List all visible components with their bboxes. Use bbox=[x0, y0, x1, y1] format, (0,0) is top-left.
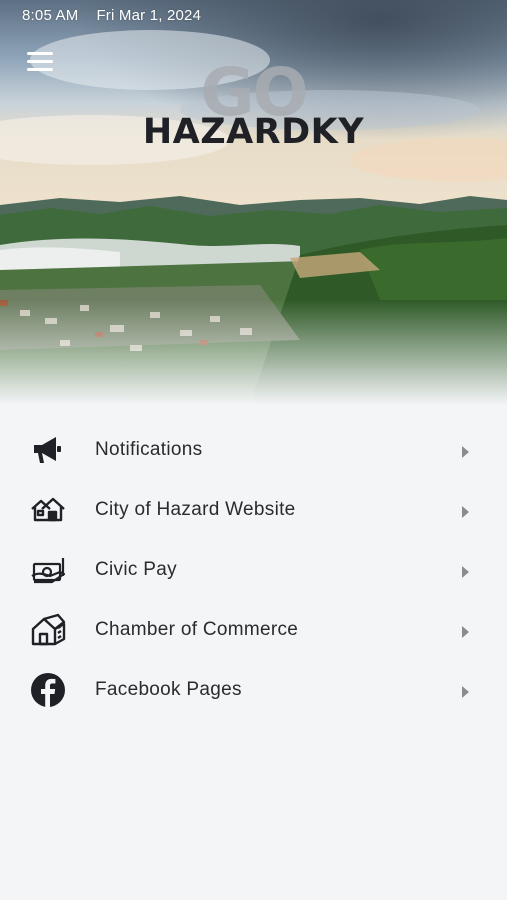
status-time: 8:05 AM bbox=[22, 7, 79, 24]
status-date: Fri Mar 1, 2024 bbox=[96, 7, 202, 24]
logo-hazardky-text: HAZARDKY bbox=[142, 112, 365, 152]
menu-item-chamber-of-commerce[interactable]: Chamber of Commerce bbox=[0, 600, 507, 660]
menu-item-facebook-pages[interactable]: Facebook Pages bbox=[0, 660, 507, 720]
chevron-right-icon bbox=[462, 686, 469, 698]
building-icon bbox=[30, 612, 66, 648]
menu-item-civic-pay[interactable]: Civic Pay bbox=[0, 540, 507, 600]
chevron-right-icon bbox=[462, 446, 469, 458]
chevron-right-icon bbox=[462, 566, 469, 578]
menu-item-notifications[interactable]: Notifications bbox=[0, 420, 507, 480]
status-bar: 8:05 AM Fri Mar 1, 2024 bbox=[22, 7, 201, 24]
menu-item-label: Facebook Pages bbox=[95, 679, 242, 700]
main-menu: Notifications City of Hazard Website Civ… bbox=[0, 420, 507, 720]
chevron-right-icon bbox=[462, 506, 469, 518]
megaphone-icon bbox=[30, 432, 66, 468]
menu-item-label: Chamber of Commerce bbox=[95, 619, 299, 640]
hand-money-icon bbox=[30, 552, 66, 588]
chevron-right-icon bbox=[462, 626, 469, 638]
facebook-icon bbox=[30, 672, 66, 708]
app-logo: GO HAZARDKY bbox=[0, 60, 507, 153]
hero-banner: 8:05 AM Fri Mar 1, 2024 GO HAZARDKY bbox=[0, 0, 507, 405]
menu-item-label: Notifications bbox=[95, 439, 203, 460]
menu-item-label: City of Hazard Website bbox=[95, 499, 296, 520]
menu-item-city-website[interactable]: City of Hazard Website bbox=[0, 480, 507, 540]
menu-item-label: Civic Pay bbox=[95, 559, 177, 580]
houses-icon bbox=[30, 492, 66, 528]
